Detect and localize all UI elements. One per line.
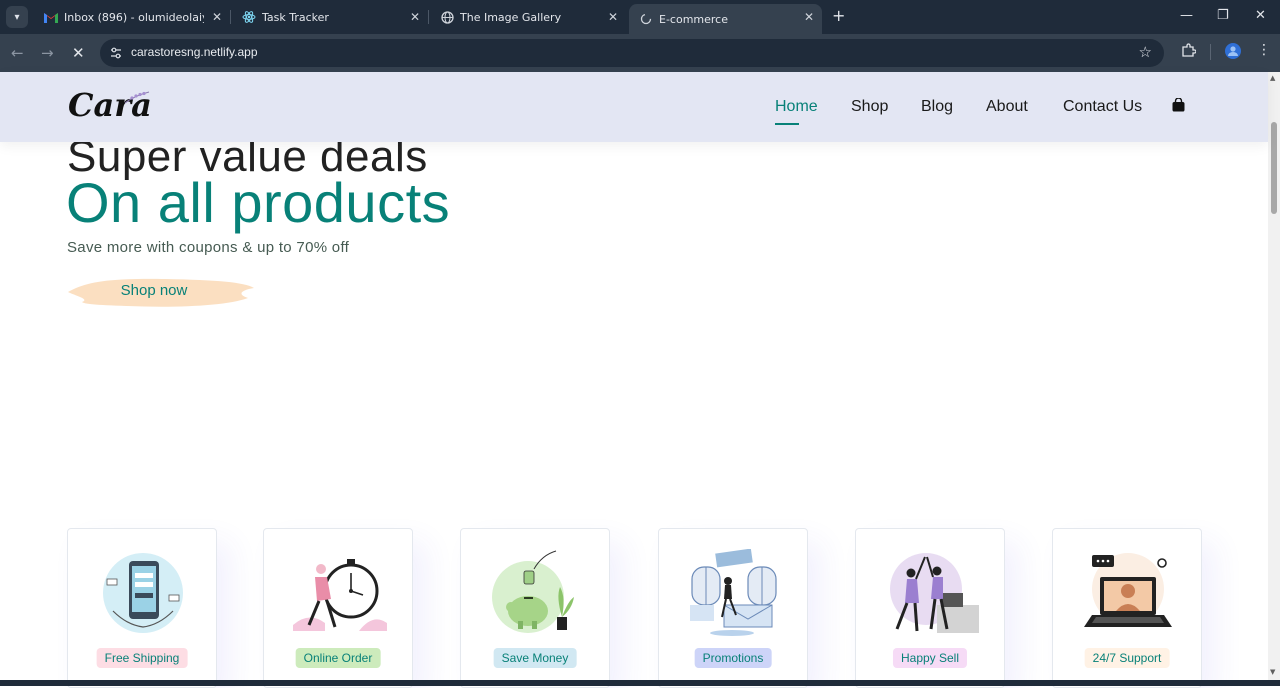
- more-menu-icon[interactable]: ⋮: [1257, 42, 1271, 58]
- support-laptop-illustration: [1084, 553, 1172, 627]
- tab-label: Task Tracker: [262, 10, 329, 24]
- tab-label: E-commerce: [659, 12, 728, 26]
- page-scrollbar[interactable]: ▲ ▼: [1268, 72, 1280, 680]
- tab-label: Inbox (896) - olumideolaiya0@gmail.com: [64, 10, 204, 24]
- nav-shop[interactable]: Shop: [851, 98, 888, 116]
- feature-label: Online Order: [295, 648, 381, 668]
- globe-icon: [440, 10, 454, 24]
- nav-contact-us[interactable]: Contact Us: [1063, 98, 1142, 116]
- gmail-icon: [44, 10, 58, 24]
- address-bar[interactable]: carastoresng.netlify.app ☆: [100, 39, 1164, 67]
- feature-label: Free Shipping: [96, 648, 188, 668]
- minimize-icon[interactable]: —: [1180, 8, 1193, 23]
- browser-tab-ecommerce[interactable]: E-commerce ✕: [629, 4, 822, 34]
- shop-now-label: Shop now: [120, 282, 188, 299]
- back-arrow-icon[interactable]: ←: [11, 44, 24, 62]
- close-icon[interactable]: ✕: [804, 10, 814, 24]
- feature-online-order: Online Order: [263, 528, 413, 688]
- scroll-down-arrow-icon[interactable]: ▼: [1270, 668, 1275, 676]
- feature-label: Save Money: [493, 648, 577, 668]
- piggy-bank-illustration: [492, 550, 574, 633]
- nav-blog[interactable]: Blog: [921, 98, 953, 116]
- scrollbar-thumb[interactable]: [1271, 122, 1277, 214]
- close-icon[interactable]: ✕: [608, 10, 618, 24]
- new-tab-button[interactable]: +: [832, 8, 845, 24]
- tab-divider: [428, 10, 429, 24]
- site-header: Cara Home Shop Blog About Contact Us: [0, 72, 1268, 142]
- shopping-bag-icon[interactable]: [1172, 98, 1185, 112]
- scroll-up-arrow-icon[interactable]: ▲: [1270, 74, 1275, 82]
- feature-promotions: Promotions: [658, 528, 808, 688]
- site-settings-icon[interactable]: [109, 46, 123, 60]
- react-icon: [242, 10, 256, 24]
- browser-tab-image-gallery[interactable]: The Image Gallery ✕: [430, 4, 626, 30]
- bookmark-star-icon[interactable]: ☆: [1139, 43, 1152, 61]
- phone-order-illustration: [103, 553, 183, 633]
- profile-avatar[interactable]: [1225, 43, 1241, 63]
- url-text[interactable]: carastoresng.netlify.app: [131, 45, 258, 59]
- browser-toolbar: ← → ✕ carastoresng.netlify.app ☆ ⋮: [0, 34, 1280, 72]
- extensions-icon[interactable]: [1181, 43, 1197, 62]
- shop-now-button[interactable]: Shop now: [66, 272, 256, 312]
- hero-subtitle: Save more with coupons & up to 70% off: [67, 239, 350, 256]
- feature-happy-sell: Happy Sell: [855, 528, 1005, 688]
- close-icon[interactable]: ✕: [410, 10, 420, 24]
- bottom-edge: [0, 680, 1280, 686]
- feature-label: Happy Sell: [892, 648, 968, 668]
- browser-tab-task-tracker[interactable]: Task Tracker ✕: [232, 4, 428, 30]
- netlify-icon: [639, 12, 653, 26]
- browser-tab-inbox[interactable]: Inbox (896) - olumideolaiya0@gmail.com ✕: [34, 4, 230, 30]
- feature-support: 24/7 Support: [1052, 528, 1202, 688]
- feature-label: Promotions: [694, 648, 772, 668]
- nav-about[interactable]: About: [986, 98, 1028, 116]
- hero-highlight: On all products: [66, 171, 451, 234]
- tab-label: The Image Gallery: [460, 10, 562, 24]
- feature-save-money: Save Money: [460, 528, 610, 688]
- nav-home[interactable]: Home: [775, 98, 818, 125]
- high-five-illustration: [890, 553, 979, 633]
- feature-free-shipping: Free Shipping: [67, 528, 217, 688]
- restore-icon[interactable]: ❐: [1217, 8, 1229, 23]
- promotions-illustration: [690, 549, 777, 636]
- toolbar-divider: [1210, 44, 1211, 60]
- lavender-sprig-icon: [124, 91, 150, 104]
- tab-search-button[interactable]: ▾: [6, 6, 28, 28]
- feature-label: 24/7 Support: [1084, 648, 1170, 668]
- close-icon[interactable]: ✕: [212, 10, 222, 24]
- close-window-icon[interactable]: ✕: [1255, 8, 1266, 23]
- runner-clock-illustration: [293, 559, 387, 631]
- stop-loading-icon[interactable]: ✕: [72, 44, 85, 62]
- tab-divider: [230, 10, 231, 24]
- forward-arrow-icon[interactable]: →: [41, 44, 54, 62]
- browser-tab-strip: ▾ Inbox (896) - olumideolaiya0@gmail.com…: [0, 0, 1280, 34]
